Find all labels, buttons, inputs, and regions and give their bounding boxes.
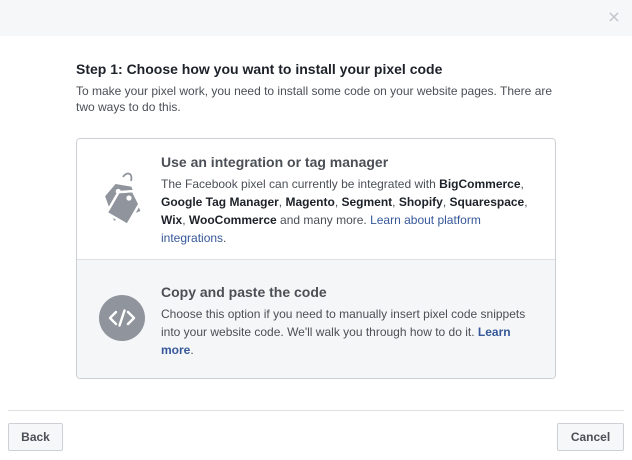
platform-separator: , xyxy=(442,195,450,209)
shopping-tags-icon xyxy=(104,172,141,225)
platform-separator: , xyxy=(520,177,524,191)
option-integration-desc-more: and many more. xyxy=(276,213,371,227)
intro-text: To make your pixel work, you need to ins… xyxy=(76,84,553,114)
option-manual-text: Copy and paste the code Choose this opti… xyxy=(161,283,541,359)
option-manual-title: Copy and paste the code xyxy=(161,284,327,300)
option-integration-desc-prefix: The Facebook pixel can currently be inte… xyxy=(161,177,440,191)
code-icon xyxy=(99,295,145,341)
option-manual[interactable]: Copy and paste the code Choose this opti… xyxy=(77,259,555,378)
install-options: Use an integration or tag manager The Fa… xyxy=(76,138,556,379)
platform-name: Shopify xyxy=(398,195,443,209)
platform-separator: , xyxy=(392,195,399,209)
platform-name: BigCommerce xyxy=(439,177,521,191)
option-integration-title: Use an integration or tag manager xyxy=(161,154,389,170)
step-title: Step 1: Choose how you want to install y… xyxy=(76,61,443,77)
option-integration-text: Use an integration or tag manager The Fa… xyxy=(161,153,541,247)
platform-name: Wix xyxy=(161,213,183,227)
platform-name: Squarespace xyxy=(449,195,525,209)
dialog-body: Step 1: Choose how you want to install y… xyxy=(76,60,556,115)
platform-separator: , xyxy=(182,213,189,227)
option-manual-desc-end: . xyxy=(190,343,194,357)
option-integration[interactable]: Use an integration or tag manager The Fa… xyxy=(77,139,555,259)
platform-name: Google Tag Manager xyxy=(161,195,279,209)
cancel-button[interactable]: Cancel xyxy=(557,423,624,451)
platform-name: WooCommerce xyxy=(188,213,277,227)
option-integration-desc: The Facebook pixel can currently be inte… xyxy=(161,175,541,247)
platform-name: Magento xyxy=(285,195,335,209)
close-icon[interactable]: × xyxy=(604,7,624,27)
back-button[interactable]: Back xyxy=(8,423,63,451)
option-manual-desc: Choose this option if you need to manual… xyxy=(161,305,541,359)
dialog-header: × xyxy=(0,0,632,36)
option-manual-desc-text: Choose this option if you need to manual… xyxy=(161,307,526,339)
footer-divider xyxy=(8,410,624,411)
platform-name: Segment xyxy=(341,195,393,209)
platform-separator: , xyxy=(524,195,528,209)
option-integration-desc-end: . xyxy=(223,231,227,245)
